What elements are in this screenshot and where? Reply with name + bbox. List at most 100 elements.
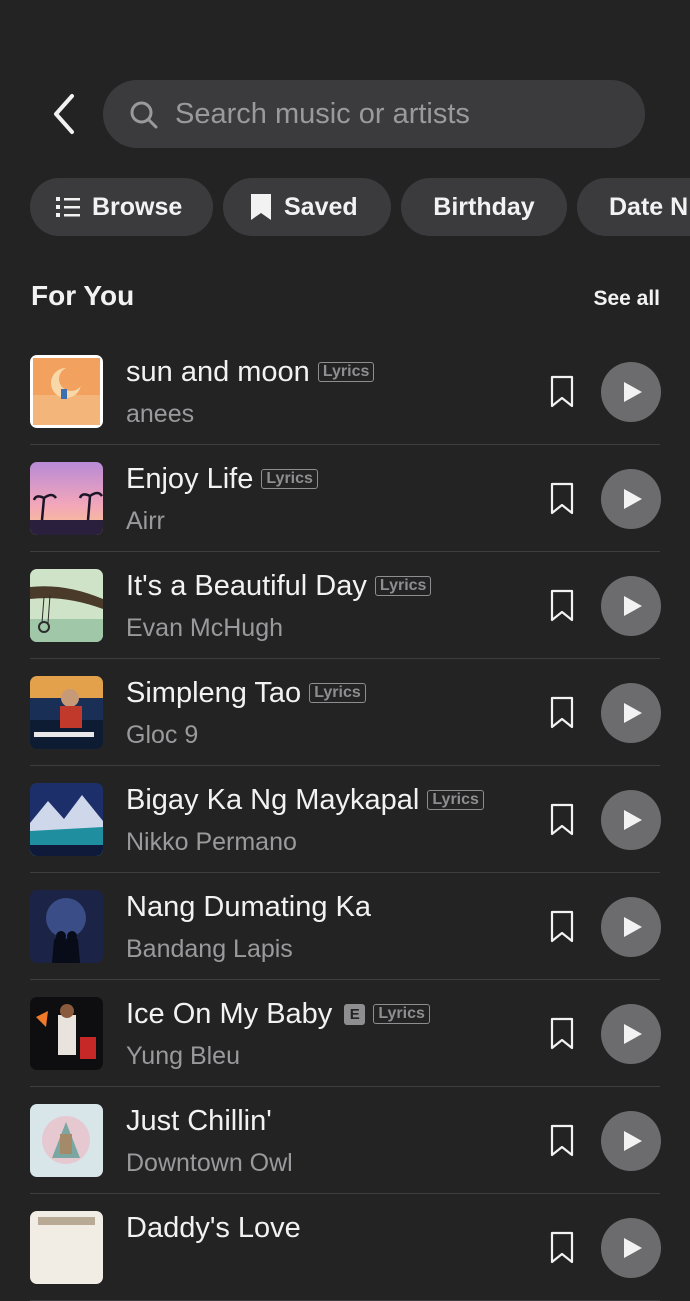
see-all-link[interactable]: See all bbox=[593, 287, 660, 311]
bookmark-button[interactable] bbox=[549, 1017, 575, 1050]
chip-date-night[interactable]: Date N bbox=[577, 178, 690, 236]
album-art bbox=[30, 355, 103, 428]
filter-chips: Browse Saved Birthday Date N bbox=[30, 178, 690, 236]
lyrics-badge: Lyrics bbox=[373, 1004, 430, 1024]
song-artist: Bandang Lapis bbox=[126, 935, 293, 963]
song-title: Enjoy Life bbox=[126, 462, 254, 495]
bookmark-outline-icon bbox=[550, 910, 574, 943]
lyrics-badge: Lyrics bbox=[427, 790, 484, 810]
lyrics-badge: Lyrics bbox=[309, 683, 366, 703]
song-row[interactable]: Simpleng Tao Lyrics Gloc 9 bbox=[0, 659, 690, 766]
bookmark-button[interactable] bbox=[549, 1124, 575, 1157]
bookmark-outline-icon bbox=[550, 589, 574, 622]
song-title: Bigay Ka Ng Maykapal bbox=[126, 783, 420, 816]
album-art bbox=[30, 1211, 103, 1284]
bookmark-button[interactable] bbox=[549, 803, 575, 836]
song-title: It's a Beautiful Day bbox=[126, 569, 367, 602]
song-artist: Gloc 9 bbox=[126, 721, 199, 749]
play-icon bbox=[624, 596, 642, 616]
chip-birthday[interactable]: Birthday bbox=[401, 178, 567, 236]
song-title: Ice On My Baby bbox=[126, 997, 333, 1030]
play-button[interactable] bbox=[601, 790, 661, 850]
play-button[interactable] bbox=[601, 1111, 661, 1171]
search-icon bbox=[130, 101, 158, 129]
song-row[interactable]: Daddy's Love bbox=[0, 1194, 690, 1301]
chip-browse[interactable]: Browse bbox=[30, 178, 213, 236]
play-button[interactable] bbox=[601, 576, 661, 636]
album-art bbox=[30, 890, 103, 963]
song-title-line: Simpleng Tao Lyrics bbox=[126, 675, 366, 711]
lyrics-badge: Lyrics bbox=[261, 469, 318, 489]
search-input[interactable] bbox=[175, 80, 615, 148]
song-title: Simpleng Tao bbox=[126, 676, 302, 709]
song-artist: Yung Bleu bbox=[126, 1042, 240, 1070]
song-artist: Nikko Permano bbox=[126, 828, 297, 856]
bookmark-outline-icon bbox=[550, 1017, 574, 1050]
play-button[interactable] bbox=[601, 1004, 661, 1064]
song-title-line: sun and moon Lyrics bbox=[126, 354, 375, 390]
chip-label: Date N bbox=[609, 192, 689, 221]
bookmark-button[interactable] bbox=[549, 1231, 575, 1264]
song-title-line: Enjoy Life Lyrics bbox=[126, 461, 318, 497]
play-icon bbox=[624, 917, 642, 937]
bookmark-outline-icon bbox=[550, 1231, 574, 1264]
bookmark-outline-icon bbox=[550, 375, 574, 408]
song-title-line: Nang Dumating Ka bbox=[126, 889, 371, 925]
chip-label: Saved bbox=[284, 192, 358, 221]
album-art bbox=[30, 569, 103, 642]
song-title-line: Ice On My Baby E Lyrics bbox=[126, 996, 430, 1032]
song-row[interactable]: Enjoy Life Lyrics Airr bbox=[0, 445, 690, 552]
song-title: Nang Dumating Ka bbox=[126, 890, 372, 923]
song-title: Daddy's Love bbox=[126, 1211, 301, 1244]
song-row[interactable]: Just Chillin' Downtown Owl bbox=[0, 1087, 690, 1194]
song-title-line: Just Chillin' bbox=[126, 1103, 272, 1139]
song-artist: Evan McHugh bbox=[126, 614, 284, 642]
lyrics-badge: Lyrics bbox=[374, 576, 432, 596]
bookmark-outline-icon bbox=[550, 482, 574, 515]
song-row[interactable]: Ice On My Baby E Lyrics Yung Bleu bbox=[0, 980, 690, 1087]
album-art bbox=[30, 783, 103, 856]
song-title-line: It's a Beautiful Day Lyrics bbox=[126, 568, 432, 604]
song-artist: Downtown Owl bbox=[126, 1149, 293, 1177]
bookmark-button[interactable] bbox=[549, 696, 575, 729]
song-row[interactable]: sun and moon Lyrics anees bbox=[0, 338, 690, 445]
explicit-badge: E bbox=[344, 1003, 366, 1025]
album-art bbox=[30, 462, 103, 535]
play-button[interactable] bbox=[601, 897, 661, 957]
song-title: sun and moon bbox=[126, 355, 310, 388]
bookmark-button[interactable] bbox=[549, 910, 575, 943]
song-row[interactable]: Bigay Ka Ng Maykapal Lyrics Nikko Permano bbox=[0, 766, 690, 873]
bookmark-outline-icon bbox=[550, 696, 574, 729]
chip-label: Browse bbox=[92, 192, 183, 221]
album-art bbox=[30, 1104, 103, 1177]
album-art bbox=[30, 676, 103, 749]
bookmark-button[interactable] bbox=[549, 482, 575, 515]
play-button[interactable] bbox=[601, 362, 661, 422]
list-icon bbox=[56, 197, 80, 217]
play-icon bbox=[624, 1238, 642, 1258]
back-button[interactable] bbox=[44, 92, 84, 136]
play-icon bbox=[624, 810, 642, 830]
song-artist: Airr bbox=[126, 507, 165, 535]
bookmark-button[interactable] bbox=[549, 589, 575, 622]
play-icon bbox=[624, 1131, 642, 1151]
search-bar[interactable] bbox=[103, 80, 645, 148]
bookmark-outline-icon bbox=[550, 1124, 574, 1157]
song-title: Just Chillin' bbox=[126, 1104, 272, 1137]
play-button[interactable] bbox=[601, 683, 661, 743]
section-title: For You bbox=[31, 280, 135, 311]
play-button[interactable] bbox=[601, 469, 661, 529]
album-art bbox=[30, 997, 103, 1070]
song-row[interactable]: It's a Beautiful Day Lyrics Evan McHugh bbox=[0, 552, 690, 659]
song-artist: anees bbox=[126, 400, 195, 428]
play-button[interactable] bbox=[601, 1218, 661, 1278]
bookmark-icon bbox=[251, 194, 271, 220]
song-title-line: Bigay Ka Ng Maykapal Lyrics bbox=[126, 782, 484, 818]
lyrics-badge: Lyrics bbox=[317, 362, 375, 382]
chip-saved[interactable]: Saved bbox=[223, 178, 391, 236]
song-row[interactable]: Nang Dumating Ka Bandang Lapis bbox=[0, 873, 690, 980]
song-title-line: Daddy's Love bbox=[126, 1210, 301, 1246]
top-bar bbox=[0, 80, 690, 148]
play-icon bbox=[624, 1024, 642, 1044]
bookmark-button[interactable] bbox=[549, 375, 575, 408]
